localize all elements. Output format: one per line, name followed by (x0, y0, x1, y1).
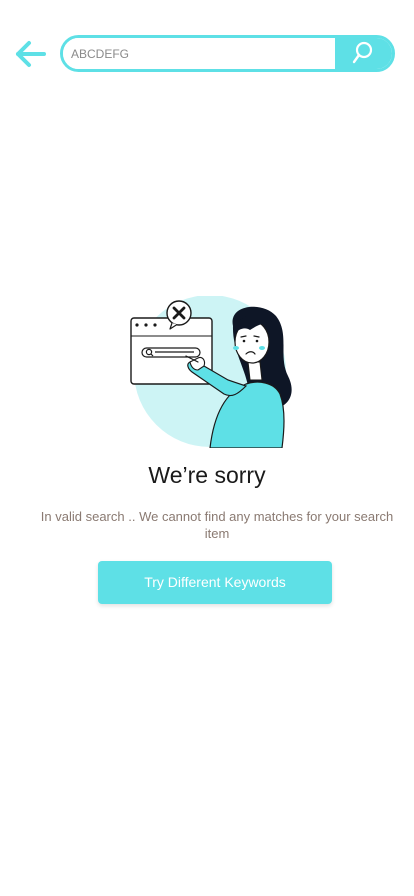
empty-state-title: We’re sorry (148, 462, 266, 488)
try-different-keywords-button[interactable]: Try Different Keywords (98, 561, 332, 604)
arrow-left-icon (16, 41, 46, 67)
search-input[interactable] (63, 38, 337, 69)
search-icon (352, 41, 373, 64)
back-button[interactable] (14, 38, 48, 72)
search-button[interactable] (337, 38, 392, 69)
empty-state-message: In valid search .. We cannot find any ma… (40, 509, 394, 541)
empty-state-illustration (128, 295, 298, 449)
search-bar (60, 35, 395, 72)
